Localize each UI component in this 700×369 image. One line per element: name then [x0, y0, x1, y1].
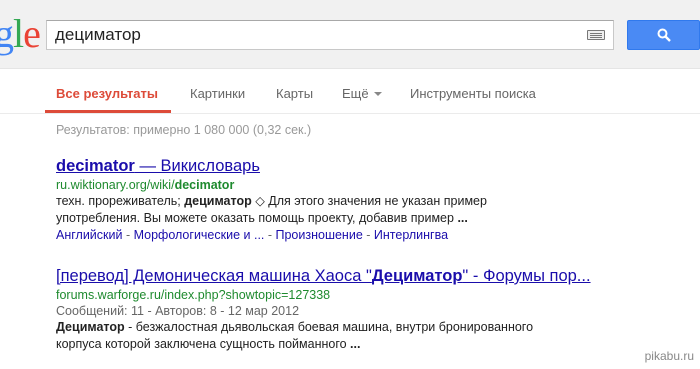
sitelink-english[interactable]: Английский: [56, 228, 122, 242]
tab-all-results[interactable]: Все результаты: [56, 86, 158, 101]
search-box[interactable]: [46, 20, 614, 50]
sitelink-interlingua[interactable]: Интерлингва: [374, 228, 448, 242]
google-logo[interactable]: gle: [0, 12, 41, 56]
tab-images[interactable]: Картинки: [190, 86, 245, 101]
watermark: pikabu.ru: [644, 349, 694, 363]
search-input[interactable]: [55, 24, 575, 46]
tabs-divider: [0, 113, 700, 114]
tab-more[interactable]: Ещё: [342, 86, 382, 101]
result-sitelinks: Английский - Морфологические и ... - Про…: [56, 228, 449, 242]
search-icon: [657, 28, 671, 42]
search-tabs: Все результаты Картинки Карты Ещё Инстру…: [0, 68, 700, 114]
caret-down-icon: [373, 91, 382, 96]
search-button[interactable]: [627, 20, 700, 50]
result-snippet-line: техн. прореживатель; дециматор ◇ Для это…: [56, 194, 487, 208]
tab-maps[interactable]: Карты: [276, 86, 313, 101]
sitelink-morphology[interactable]: Морфологические и ...: [134, 228, 265, 242]
result-stats: Результатов: примерно 1 080 000 (0,32 се…: [56, 123, 312, 137]
search-result: [перевод] Демоническая машина Хаоса "Дец…: [56, 267, 591, 353]
top-bar: gle: [0, 0, 700, 69]
tab-more-label: Ещё: [342, 86, 369, 101]
sitelink-pronunciation[interactable]: Произношение: [276, 228, 363, 242]
tab-search-tools[interactable]: Инструменты поиска: [410, 86, 536, 101]
result-meta: Сообщений: 11 - Авторов: 8 - 12 мар 2012: [56, 304, 300, 318]
result-url: forums.warforge.ru/index.php?showtopic=1…: [56, 288, 331, 302]
result-snippet-line: употребления. Вы можете оказать помощь п…: [56, 211, 468, 225]
keyboard-icon[interactable]: [587, 30, 605, 40]
result-title-link[interactable]: [перевод] Демоническая машина Хаоса "Дец…: [56, 267, 591, 286]
result-title-link[interactable]: decimator — Викисловарь: [56, 157, 487, 176]
result-snippet-line: корпуса которой заключена сущность пойма…: [56, 337, 361, 351]
result-snippet-line: Дециматор - безжалостная дьявольская бое…: [56, 320, 534, 334]
search-result: decimator — Викисловарь ru.wiktionary.or…: [56, 157, 487, 244]
result-url: ru.wiktionary.org/wiki/decimator: [56, 178, 235, 192]
